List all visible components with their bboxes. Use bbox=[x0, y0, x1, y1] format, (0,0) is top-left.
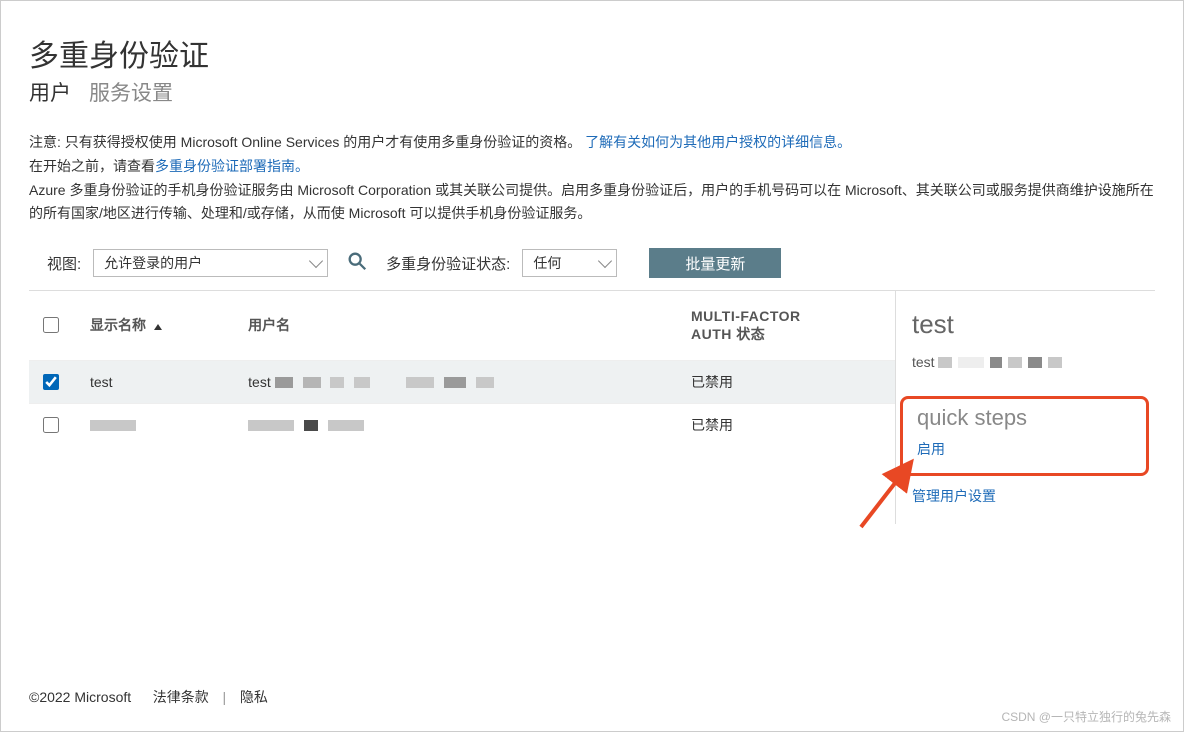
filter-bar: 视图: 允许登录的用户 多重身份验证状态: 任何 批量更新 bbox=[47, 248, 1155, 278]
search-button[interactable] bbox=[340, 248, 374, 278]
red-arrow-icon bbox=[855, 453, 925, 533]
search-icon bbox=[346, 250, 368, 272]
quick-steps-box: quick steps 启用 bbox=[900, 396, 1149, 476]
chevron-down-icon bbox=[309, 254, 323, 268]
sort-asc-icon bbox=[154, 324, 162, 330]
manage-user-settings-link[interactable]: 管理用户设置 bbox=[912, 486, 1139, 506]
cell-display-name: test bbox=[76, 360, 234, 403]
select-all-checkbox[interactable] bbox=[43, 317, 59, 333]
mfa-status-select[interactable]: 任何 bbox=[522, 249, 617, 277]
mfa-status-label: 多重身份验证状态: bbox=[386, 253, 510, 274]
tab-service-settings[interactable]: 服务设置 bbox=[89, 77, 173, 111]
row-checkbox[interactable] bbox=[43, 374, 59, 390]
table-row[interactable]: 已禁用 bbox=[29, 403, 895, 446]
page-title: 多重身份验证 bbox=[29, 31, 1155, 75]
notice-line3: Azure 多重身份验证的手机身份验证服务由 Microsoft Corpora… bbox=[29, 182, 1154, 222]
view-label: 视图: bbox=[47, 253, 81, 274]
mfa-status-value: 任何 bbox=[533, 253, 561, 273]
cell-username: test bbox=[234, 360, 677, 403]
selected-user-detail: test bbox=[912, 354, 1139, 370]
cell-username bbox=[234, 403, 677, 446]
footer-legal-link[interactable]: 法律条款 bbox=[153, 689, 209, 705]
footer-privacy-link[interactable]: 隐私 bbox=[240, 689, 268, 705]
enable-link[interactable]: 启用 bbox=[917, 439, 1132, 459]
footer-copyright: ©2022 Microsoft bbox=[29, 689, 131, 705]
selected-user-prefix: test bbox=[912, 354, 935, 370]
quick-steps-title: quick steps bbox=[917, 405, 1132, 431]
footer-separator: | bbox=[222, 689, 226, 705]
users-table: 显示名称 用户名 MULTI-FACTOR AUTH 状态 test test bbox=[29, 291, 895, 445]
col-display-name[interactable]: 显示名称 bbox=[76, 291, 234, 360]
cell-display-name bbox=[76, 403, 234, 446]
tabs: 用户 服务设置 bbox=[29, 77, 1155, 111]
view-select[interactable]: 允许登录的用户 bbox=[93, 249, 328, 277]
notice-line2-pre: 在开始之前，请查看 bbox=[29, 158, 155, 174]
table-row[interactable]: test test 已禁用 bbox=[29, 360, 895, 403]
cell-username-text: test bbox=[248, 374, 271, 390]
selected-user-title: test bbox=[912, 309, 1139, 340]
cell-mfa-status: 已禁用 bbox=[677, 403, 895, 446]
watermark: CSDN @一只特立独行的兔先森 bbox=[1001, 708, 1171, 725]
row-checkbox[interactable] bbox=[43, 417, 59, 433]
bulk-update-button[interactable]: 批量更新 bbox=[649, 248, 781, 278]
tab-users[interactable]: 用户 bbox=[29, 77, 71, 111]
learn-more-link[interactable]: 了解有关如何为其他用户授权的详细信息。 bbox=[585, 134, 851, 150]
chevron-down-icon bbox=[598, 254, 612, 268]
view-select-value: 允许登录的用户 bbox=[104, 253, 202, 273]
col-mfa-status[interactable]: MULTI-FACTOR AUTH 状态 bbox=[677, 291, 895, 360]
notice-line1: 注意: 只有获得授权使用 Microsoft Online Services 的… bbox=[29, 134, 585, 150]
notice-text: 注意: 只有获得授权使用 Microsoft Online Services 的… bbox=[29, 131, 1155, 226]
col-display-name-label: 显示名称 bbox=[90, 317, 146, 333]
side-panel: test test quick steps 启用 bbox=[895, 291, 1155, 524]
col-username[interactable]: 用户名 bbox=[234, 291, 677, 360]
footer: ©2022 Microsoft 法律条款 | 隐私 bbox=[29, 687, 274, 707]
deployment-guide-link[interactable]: 多重身份验证部署指南。 bbox=[155, 158, 309, 174]
cell-mfa-status: 已禁用 bbox=[677, 360, 895, 403]
